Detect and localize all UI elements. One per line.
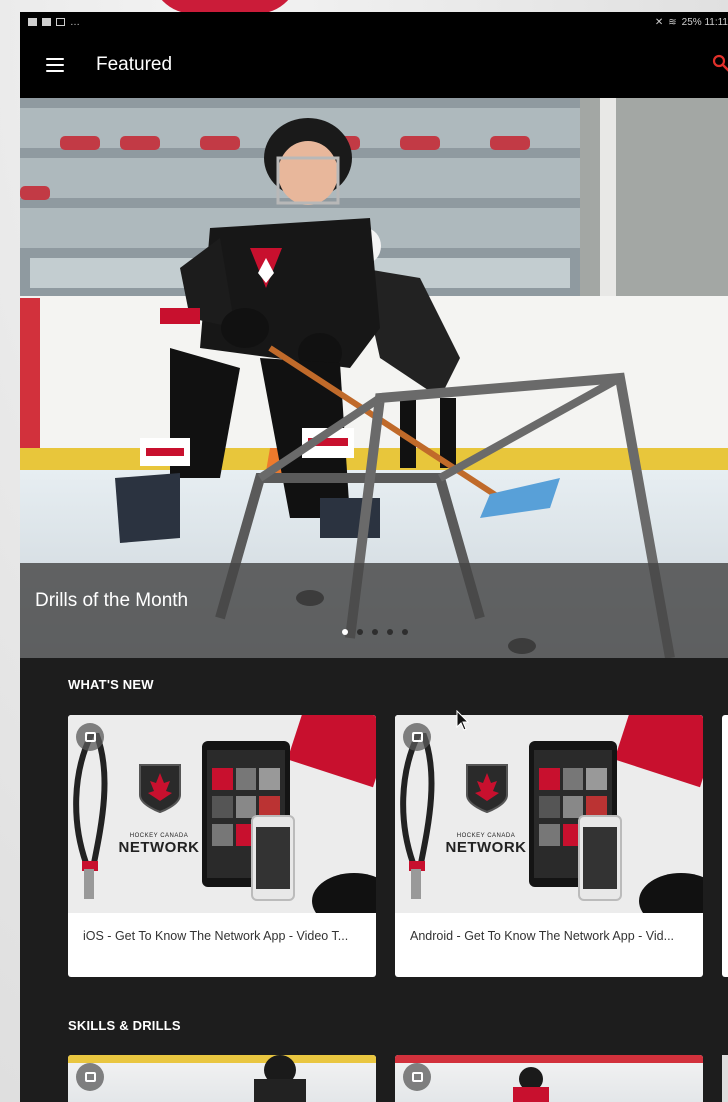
video-badge-icon bbox=[403, 1063, 431, 1091]
card-title: Android - Get To Know The Network App - … bbox=[410, 929, 675, 943]
device-screen: … ✕ ≋ 25% 11:11 Featured Drills of the M… bbox=[20, 12, 728, 1102]
carousel-dot[interactable] bbox=[372, 629, 378, 635]
status-icons-right: ✕ ≋ 25% 11:11 bbox=[655, 17, 728, 28]
notification-icon bbox=[28, 18, 37, 26]
carousel-dot[interactable] bbox=[342, 629, 348, 635]
hero-caption-text: Drills of the Month bbox=[35, 590, 189, 611]
hero-caption-bar: Drills of the Month bbox=[20, 563, 728, 658]
menu-icon[interactable] bbox=[46, 58, 64, 72]
section-title-whats-new: WHAT'S NEW bbox=[68, 677, 154, 692]
jersey-graphic bbox=[287, 715, 376, 788]
notification-icon bbox=[42, 18, 51, 26]
status-bar: … ✕ ≋ 25% 11:11 bbox=[20, 12, 728, 32]
jersey-graphic bbox=[614, 715, 703, 788]
mute-icon: ✕ bbox=[654, 16, 664, 28]
video-badge-icon bbox=[76, 1063, 104, 1091]
carousel-dot[interactable] bbox=[357, 629, 363, 635]
status-icons-left: … bbox=[28, 17, 80, 28]
drill-card-partial[interactable] bbox=[722, 1055, 728, 1102]
wifi-icon: ≋ bbox=[668, 16, 677, 28]
card-thumbnail: HOCKEY CANADA NETWORK bbox=[68, 715, 376, 913]
video-card-partial[interactable] bbox=[722, 715, 728, 977]
lanyard-graphic bbox=[73, 733, 108, 899]
lanyard-graphic bbox=[400, 733, 435, 899]
drill-card[interactable] bbox=[395, 1055, 703, 1102]
section-title-skills-drills: SKILLS & DRILLS bbox=[68, 1018, 181, 1033]
status-battery-time: 25% 11:11 bbox=[681, 16, 728, 28]
video-badge-icon bbox=[403, 723, 431, 751]
carousel-dot[interactable] bbox=[387, 629, 393, 635]
video-card[interactable]: HOCKEY CANADA NETWORK iOS - Get To Know … bbox=[68, 715, 376, 977]
network-logo: HOCKEY CANADA NETWORK bbox=[445, 833, 527, 856]
carousel-indicator bbox=[342, 629, 408, 635]
featured-hero-banner[interactable]: Drills of the Month bbox=[20, 98, 728, 658]
video-badge-icon bbox=[76, 723, 104, 751]
card-title: iOS - Get To Know The Network App - Vide… bbox=[83, 929, 349, 943]
network-logo: HOCKEY CANADA NETWORK bbox=[118, 833, 200, 856]
notification-icon bbox=[56, 18, 65, 26]
mouse-cursor-icon bbox=[456, 710, 470, 731]
page-title: Featured bbox=[96, 54, 173, 75]
phone-graphic bbox=[578, 815, 622, 901]
maple-leaf-icon bbox=[139, 764, 181, 813]
phone-graphic bbox=[251, 815, 295, 901]
video-card[interactable]: HOCKEY CANADA NETWORK Android - Get To K… bbox=[395, 715, 703, 977]
helmet-graphic bbox=[312, 873, 376, 913]
helmet-graphic bbox=[639, 873, 703, 913]
search-icon[interactable] bbox=[712, 54, 728, 72]
more-notifications-icon: … bbox=[70, 16, 80, 28]
drill-card[interactable] bbox=[68, 1055, 376, 1102]
carousel-dot[interactable] bbox=[402, 629, 408, 635]
app-bar: Featured bbox=[20, 32, 728, 98]
card-thumbnail: HOCKEY CANADA NETWORK bbox=[395, 715, 703, 913]
maple-leaf-icon bbox=[466, 764, 508, 813]
